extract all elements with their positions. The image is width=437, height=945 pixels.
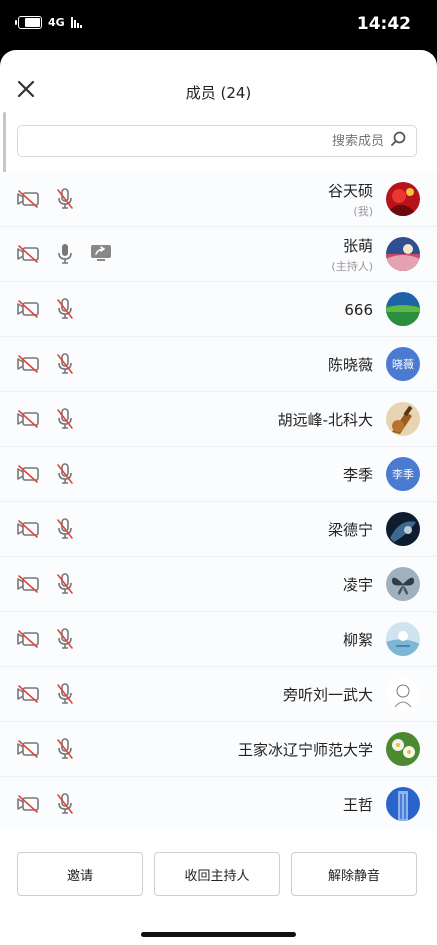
- avatar: [386, 732, 420, 766]
- avatar: [386, 182, 420, 216]
- camera-off-icon[interactable]: [16, 685, 40, 703]
- member-row[interactable]: 张萌 (主持人): [0, 227, 437, 282]
- reclaim-host-button[interactable]: 收回主持人: [154, 852, 280, 896]
- member-name-block: 梁德宁: [328, 502, 373, 557]
- member-row[interactable]: 谷天硕 (我): [0, 172, 437, 227]
- member-name: 柳絮: [342, 631, 373, 649]
- member-name-block: 旁听刘一武大: [283, 667, 373, 722]
- member-name: 旁听刘一武大: [282, 686, 373, 704]
- signal-icon: [70, 17, 82, 28]
- search-box[interactable]: [17, 125, 417, 157]
- avatar: [386, 292, 420, 326]
- member-row[interactable]: 梁德宁: [0, 502, 437, 557]
- camera-off-icon[interactable]: [16, 190, 40, 208]
- member-name-block: 666: [344, 282, 373, 337]
- member-name: 谷天硕: [327, 182, 373, 200]
- microphone-muted-icon[interactable]: [55, 572, 75, 596]
- member-name-block: 张萌 (主持人): [331, 227, 373, 282]
- member-name: 张萌: [342, 237, 373, 255]
- member-name-block: 李季: [343, 447, 373, 502]
- camera-off-icon[interactable]: [16, 465, 40, 483]
- microphone-muted-icon[interactable]: [55, 187, 75, 211]
- member-row[interactable]: 旁听刘一武大: [0, 667, 437, 722]
- member-name: 王家冰辽宁师范大学: [237, 741, 373, 759]
- avatar: 晓薇: [386, 347, 420, 381]
- camera-off-icon[interactable]: [16, 795, 40, 813]
- avatar: [386, 567, 420, 601]
- member-name: 胡远峰-北科大: [277, 411, 373, 429]
- microphone-muted-icon[interactable]: [55, 682, 75, 706]
- member-name: 陈晓薇: [327, 356, 373, 374]
- member-name-block: 柳絮: [343, 612, 373, 667]
- clock: 14:42: [356, 14, 411, 34]
- avatar: [386, 787, 420, 821]
- camera-off-icon[interactable]: [16, 355, 40, 373]
- member-name-block: 凌宇: [343, 557, 373, 612]
- camera-off-icon[interactable]: [16, 520, 40, 538]
- member-name: 梁德宁: [327, 521, 373, 539]
- avatar: [386, 512, 420, 546]
- camera-off-icon[interactable]: [16, 410, 40, 428]
- member-name-block: 胡远峰-北科大: [278, 392, 373, 447]
- member-name-block: 王哲: [343, 777, 373, 832]
- footer-actions: 邀请 收回主持人 解除静音: [0, 830, 437, 945]
- camera-off-icon[interactable]: [16, 740, 40, 758]
- camera-off-icon[interactable]: [16, 630, 40, 648]
- member-name: 李季: [342, 466, 373, 484]
- member-name: 凌宇: [342, 576, 373, 594]
- member-list: 谷天硕 (我) 张萌 (主持人) 666 陈晓薇 晓薇胡远峰-北科大李季 李季梁德宁凌宇柳絮旁…: [0, 172, 437, 832]
- member-name: 王哲: [342, 796, 373, 814]
- member-name-block: 谷天硕 (我): [328, 172, 373, 227]
- member-row[interactable]: 王哲: [0, 777, 437, 832]
- microphone-muted-icon[interactable]: [55, 792, 75, 816]
- member-row[interactable]: 柳絮: [0, 612, 437, 667]
- member-name-block: 王家冰辽宁师范大学: [238, 722, 373, 777]
- member-role: (主持人): [331, 260, 373, 273]
- screen-share-icon[interactable]: [90, 244, 112, 262]
- member-row[interactable]: 666: [0, 282, 437, 337]
- microphone-muted-icon[interactable]: [55, 737, 75, 761]
- unmute-all-button[interactable]: 解除静音: [291, 852, 417, 896]
- avatar: [386, 237, 420, 271]
- camera-off-icon[interactable]: [16, 575, 40, 593]
- microphone-muted-icon[interactable]: [55, 627, 75, 651]
- microphone-muted-icon[interactable]: [55, 462, 75, 486]
- page-title: 成员 (24): [185, 84, 252, 102]
- avatar: 李季: [386, 457, 420, 491]
- microphone-muted-icon[interactable]: [55, 297, 75, 321]
- battery-icon: [15, 16, 42, 29]
- microphone-muted-icon[interactable]: [55, 517, 75, 541]
- network-type: 4G: [48, 16, 65, 29]
- microphone-icon[interactable]: [55, 242, 75, 266]
- microphone-muted-icon[interactable]: [55, 352, 75, 376]
- avatar: [386, 677, 420, 711]
- microphone-muted-icon[interactable]: [55, 407, 75, 431]
- camera-off-icon[interactable]: [16, 245, 40, 263]
- member-row[interactable]: 李季 李季: [0, 447, 437, 502]
- member-row[interactable]: 王家冰辽宁师范大学: [0, 722, 437, 777]
- avatar: [386, 402, 420, 436]
- system-icons: 4G: [15, 16, 82, 29]
- camera-off-icon[interactable]: [16, 300, 40, 318]
- member-row[interactable]: 陈晓薇 晓薇: [0, 337, 437, 392]
- status-bar: 4G 14:42: [0, 0, 437, 48]
- member-name-block: 陈晓薇: [328, 337, 373, 392]
- invite-button[interactable]: 邀请: [17, 852, 143, 896]
- member-role: (我): [353, 205, 373, 218]
- member-row[interactable]: 胡远峰-北科大: [0, 392, 437, 447]
- search-input[interactable]: [264, 133, 384, 149]
- members-sheet: 成员 (24) 谷天硕 (我) 张萌 (主持人) 666 陈晓薇晓薇胡远峰-北科大李季李季…: [0, 50, 437, 945]
- home-indicator: [141, 932, 296, 937]
- avatar: [386, 622, 420, 656]
- sheet-header: 成员 (24): [0, 50, 437, 130]
- member-name: 666: [344, 300, 373, 319]
- member-row[interactable]: 凌宇: [0, 557, 437, 612]
- search-icon: [390, 131, 406, 151]
